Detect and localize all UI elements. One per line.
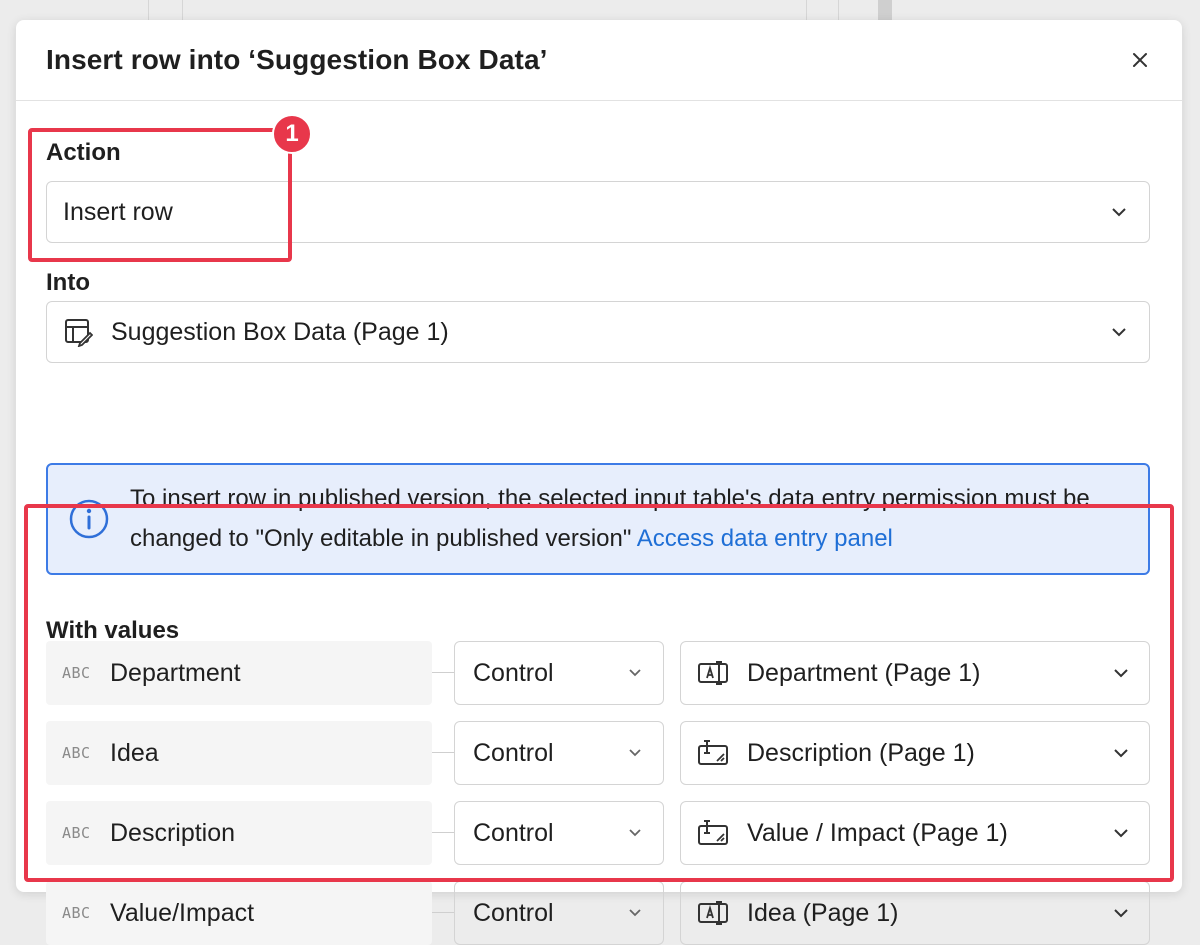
into-label: Into [46,269,90,296]
info-text: To insert row in published version, the … [130,479,1128,559]
annotation-badge: 1 [272,114,312,154]
source-type-select[interactable]: Control [454,721,664,785]
chevron-down-icon [1111,204,1127,220]
control-select[interactable]: Department (Page 1) [680,641,1150,705]
into-select-value: Suggestion Box Data (Page 1) [111,317,449,346]
control-value: Idea (Page 1) [747,898,899,927]
chevron-down-icon [1113,905,1129,921]
source-type-value: Control [473,738,554,767]
close-icon[interactable] [1128,48,1152,72]
text-area-icon [697,819,731,847]
control-select[interactable]: Description (Page 1) [680,721,1150,785]
control-value: Department (Page 1) [747,658,981,687]
text-input-icon [697,659,731,687]
column-label: Value/Impact [110,898,255,927]
chevron-down-icon [1113,825,1129,841]
info-message: To insert row in published version, the … [130,485,1090,552]
modal-title: Insert row into ‘Suggestion Box Data’ [46,44,548,75]
access-data-entry-link[interactable]: Access data entry panel [637,525,893,552]
action-select-value: Insert row [63,197,173,226]
text-input-icon [697,899,731,927]
source-type-select[interactable]: Control [454,801,664,865]
column-name: ABC Value/Impact [46,881,432,945]
source-type-select[interactable]: Control [454,641,664,705]
info-callout: To insert row in published version, the … [46,463,1150,575]
column-name: ABC Idea [46,721,432,785]
chevron-down-icon [627,665,643,681]
connector-line [432,912,454,913]
source-type-select[interactable]: Control [454,881,664,945]
control-value: Description (Page 1) [747,738,975,767]
text-type-icon: ABC [62,744,91,762]
info-icon [68,498,110,540]
insert-row-modal: Insert row into ‘Suggestion Box Data’ Ac… [16,20,1182,945]
chevron-down-icon [627,745,643,761]
value-row: ABC Idea Control Description (Page 1) [46,721,1150,785]
action-select[interactable]: Insert row [46,181,1150,243]
input-table-icon [63,317,94,348]
chevron-down-icon [1111,324,1127,340]
connector-line [432,672,454,673]
text-area-icon [697,739,731,767]
column-name: ABC Department [46,641,432,705]
chevron-down-icon [1113,665,1129,681]
control-value: Value / Impact (Page 1) [747,818,1008,847]
modal-header: Insert row into ‘Suggestion Box Data’ [16,20,1182,101]
control-select[interactable]: Value / Impact (Page 1) [680,801,1150,865]
chevron-down-icon [1113,745,1129,761]
into-select[interactable]: Suggestion Box Data (Page 1) [46,301,1150,363]
value-row: ABC Department Control Department (Page … [46,641,1150,705]
value-row: ABC Description Control Value / Impact (… [46,801,1150,865]
text-type-icon: ABC [62,664,91,682]
control-select[interactable]: Idea (Page 1) [680,881,1150,945]
column-name: ABC Description [46,801,432,865]
chevron-down-icon [627,825,643,841]
column-label: Description [110,818,236,847]
chevron-down-icon [627,905,643,921]
connector-line [432,752,454,753]
column-label: Department [110,658,241,687]
text-type-icon: ABC [62,824,91,842]
column-label: Idea [110,738,159,767]
value-row: ABC Value/Impact Control Idea (Page 1) [46,881,1150,945]
text-type-icon: ABC [62,904,91,922]
source-type-value: Control [473,898,554,927]
source-type-value: Control [473,658,554,687]
action-label: Action [46,139,121,166]
connector-line [432,832,454,833]
source-type-value: Control [473,818,554,847]
